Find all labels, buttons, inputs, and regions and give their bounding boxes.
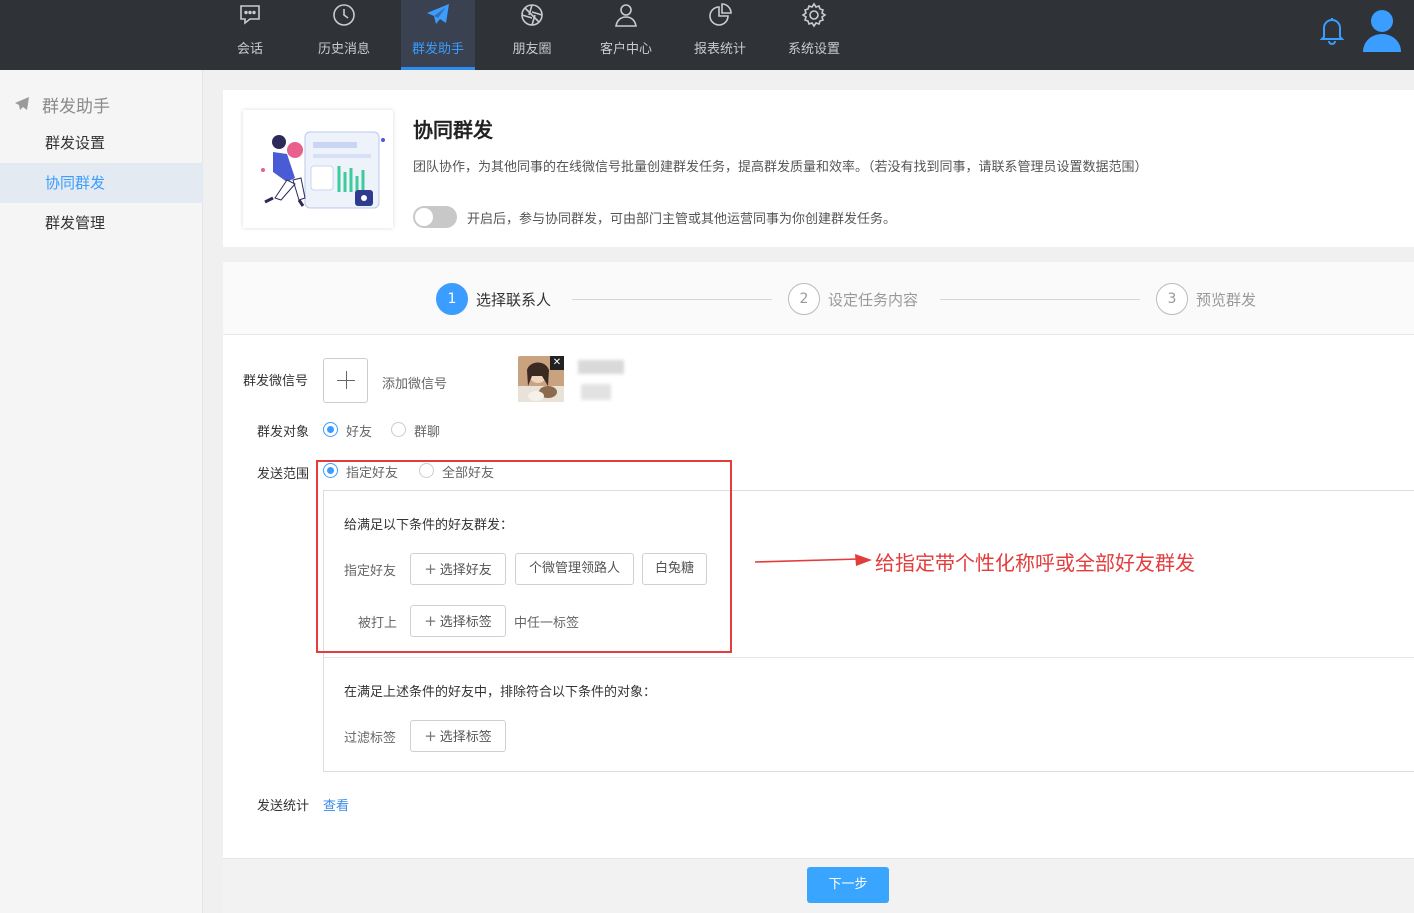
conditions-divider	[324, 657, 1414, 658]
sidebar-item-collab[interactable]: 协同群发	[0, 163, 203, 203]
exclude-title: 在满足上述条件的好友中，排除符合以下条件的对象：	[344, 685, 657, 700]
sidebar-heading-label: 群发助手	[42, 97, 110, 117]
plus-icon: +	[424, 727, 437, 745]
feature-header-card: 协同群发 团队协作，为其他同事的在线微信号批量创建群发任务，提高群发质量和效率。…	[223, 90, 1414, 247]
form-footer: 下一步	[223, 858, 1414, 913]
nav-history-label: 历史消息	[317, 42, 370, 57]
nav-reports-label: 报表统计	[693, 42, 746, 57]
sidebar-item-settings[interactable]: 群发设置	[0, 123, 203, 163]
target-friends-radio[interactable]	[323, 422, 338, 437]
account-name-redacted	[578, 360, 624, 374]
scope-label: 发送范围	[257, 467, 310, 482]
nav-broadcast[interactable]: 群发助手	[401, 0, 475, 70]
remove-account-button[interactable]: ✕	[550, 356, 564, 370]
account-id-redacted	[581, 384, 611, 400]
nav-reports[interactable]: 报表统计	[683, 0, 757, 70]
filter-select-tags-button[interactable]: + 选择标签	[410, 720, 506, 752]
sidebar: 群发助手 群发设置 协同群发 群发管理	[0, 70, 203, 913]
page-title: 协同群发	[413, 118, 493, 142]
step-3-label: 预览群发	[1196, 291, 1257, 309]
annotation-text: 给指定带个性化称呼或全部好友群发	[875, 551, 1195, 575]
chat-icon	[240, 5, 260, 25]
aperture-icon	[521, 4, 543, 26]
step-2-number: 2	[788, 283, 820, 315]
nav-moments-label: 朋友圈	[512, 42, 552, 57]
nav-chat[interactable]: 会话	[213, 0, 287, 70]
page-description: 团队协作，为其他同事的在线微信号批量创建群发任务，提高群发质量和效率。（若没有找…	[413, 160, 1148, 175]
stepper: 1 选择联系人 2 设定任务内容 3 预览群发	[223, 262, 1414, 335]
bell-icon[interactable]	[1318, 15, 1346, 45]
step-3-number: 3	[1156, 283, 1188, 315]
next-step-button[interactable]: 下一步	[807, 867, 889, 903]
step-1-number: 1	[436, 283, 468, 315]
nav-moments[interactable]: 朋友圈	[495, 0, 569, 70]
annotation-arrow-icon	[755, 554, 872, 566]
nav-settings[interactable]: 系统设置	[777, 0, 851, 70]
wechat-account-label: 群发微信号	[243, 374, 309, 389]
sidebar-item-manage[interactable]: 群发管理	[0, 203, 203, 243]
send-stats-label: 发送统计	[257, 799, 310, 814]
nav-broadcast-label: 群发助手	[411, 42, 464, 57]
target-friends-label[interactable]: 好友	[346, 421, 372, 440]
annotation-highlight-box	[316, 460, 732, 653]
nav-settings-label: 系统设置	[787, 42, 840, 57]
add-wechat-button[interactable]	[323, 358, 368, 403]
view-stats-link[interactable]: 查看	[323, 795, 349, 814]
nav-chat-label: 会话	[236, 42, 263, 57]
user-avatar-icon[interactable]	[1361, 8, 1403, 52]
collaboration-illustration	[243, 110, 393, 228]
top-nav: 会话 历史消息 群发助手 朋友圈 客户中心 报表统计 系统设置	[0, 0, 1414, 70]
gear-icon	[801, 2, 827, 28]
target-label: 群发对象	[257, 425, 310, 440]
target-groups-label[interactable]: 群聊	[414, 421, 440, 440]
person-icon	[615, 4, 637, 27]
nav-customers[interactable]: 客户中心	[589, 0, 663, 70]
paper-plane-icon	[427, 4, 449, 24]
paper-plane-icon	[15, 97, 29, 110]
step-2-label: 设定任务内容	[828, 291, 919, 309]
filter-tags-label: 过滤标签	[344, 731, 397, 746]
target-groups-radio[interactable]	[391, 422, 406, 437]
collab-toggle[interactable]	[413, 206, 457, 228]
filter-select-tags-label: 选择标签	[439, 730, 492, 745]
step-connector	[572, 299, 772, 300]
pie-chart-icon	[709, 3, 732, 26]
add-wechat-text[interactable]: 添加微信号	[382, 373, 447, 392]
toggle-description: 开启后，参与协同群发，可由部门主管或其他运营同事为你创建群发任务。	[467, 212, 897, 227]
nav-history[interactable]: 历史消息	[307, 0, 381, 70]
nav-customers-label: 客户中心	[599, 42, 652, 57]
step-1-label: 选择联系人	[476, 291, 552, 309]
step-connector	[940, 299, 1140, 300]
clock-icon	[333, 4, 355, 26]
